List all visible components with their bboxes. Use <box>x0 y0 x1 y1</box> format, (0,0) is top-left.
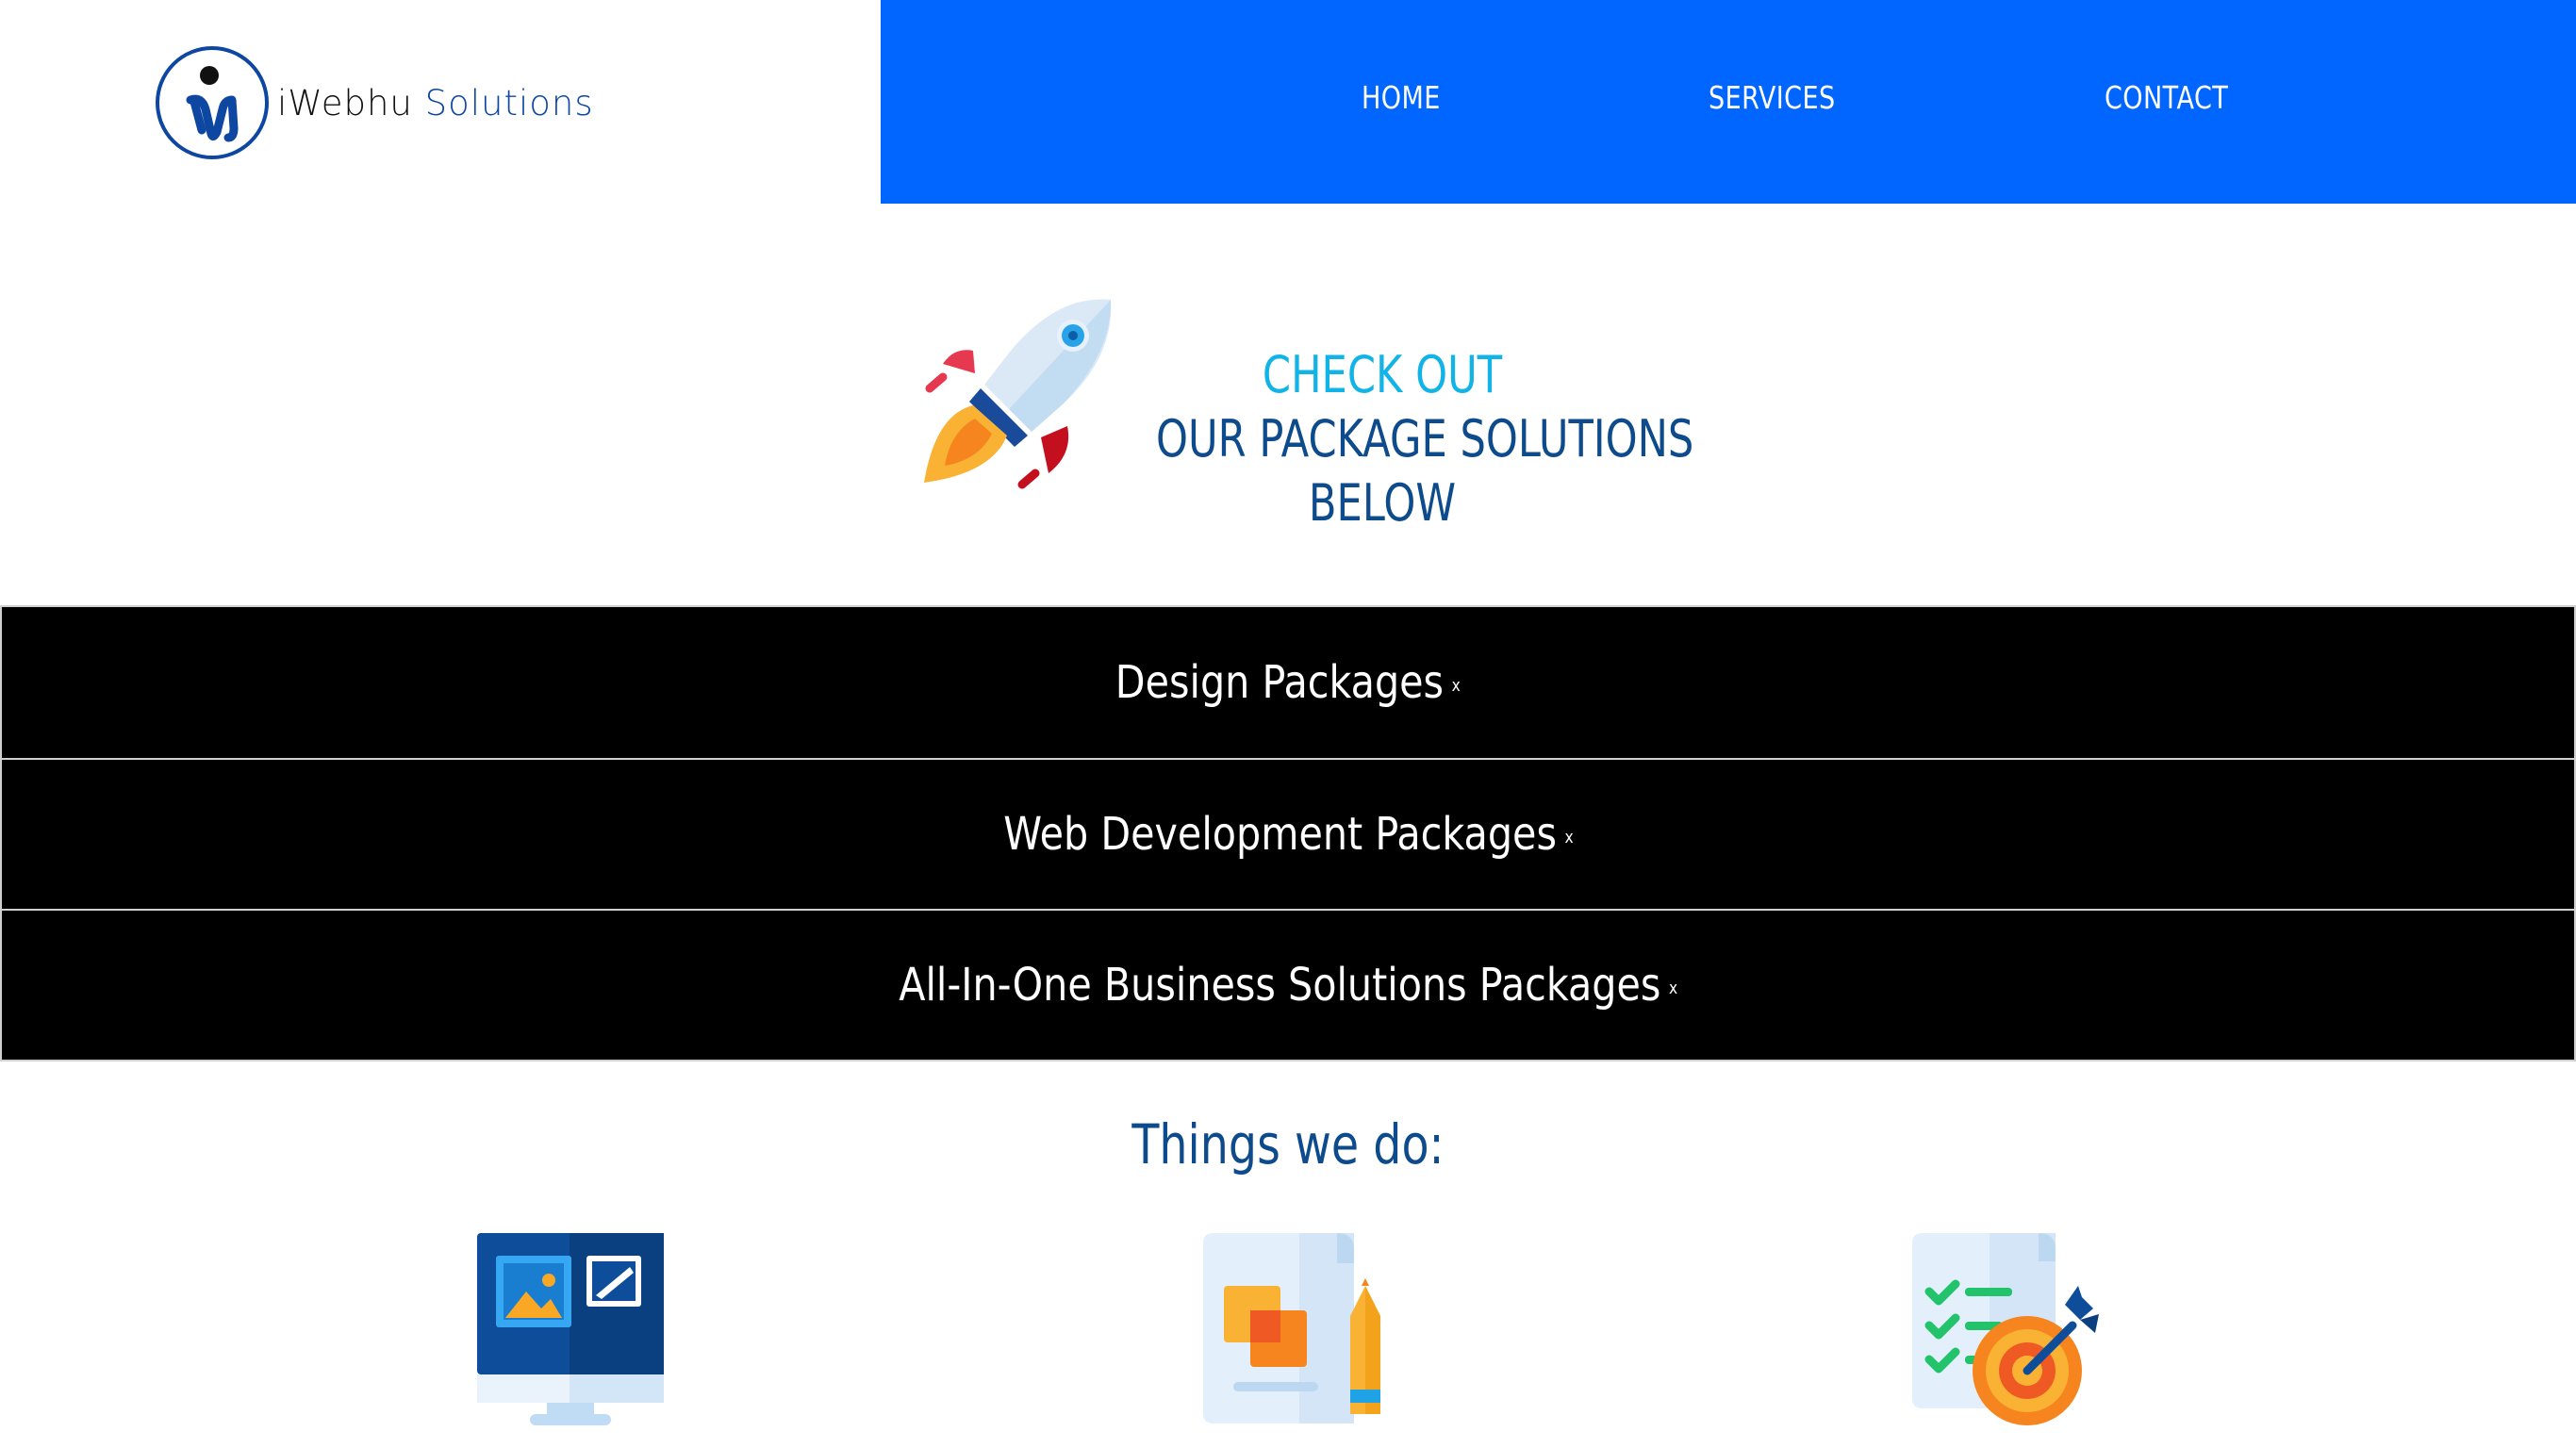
site-logo[interactable]: iWebhu Solutions <box>153 43 594 162</box>
logo-icon <box>156 46 269 159</box>
graphic-design-icon <box>1203 1233 1380 1423</box>
nav-services[interactable]: SERVICES <box>1709 79 1836 116</box>
logo-text-iwebhu: iWebhu <box>277 82 413 123</box>
accordion-toggle-icon[interactable]: x <box>1564 828 1573 847</box>
logo-text-solutions: Solutions <box>424 82 594 123</box>
accordion-label-wrap: All-In-One Business Solutions Packages x <box>899 959 1677 1012</box>
nav-contact[interactable]: CONTACT <box>2105 79 2228 116</box>
accordion-web-development-packages[interactable]: Web Development Packages x <box>0 760 2576 911</box>
hero-line-check-out: CHECK OUT <box>1262 345 1503 404</box>
hero-line-below: BELOW <box>1308 473 1457 533</box>
accordion-label-wrap: Design Packages x <box>1115 656 1461 709</box>
accordion-label: Design Packages <box>1115 656 1445 709</box>
main-nav: HOME SERVICES CONTACT <box>881 0 2576 204</box>
packages-accordion: Design Packages x Web Development Package… <box>0 605 2576 1061</box>
logo-text: iWebhu Solutions <box>277 86 594 121</box>
accordion-design-packages[interactable]: Design Packages x <box>0 605 2576 760</box>
monitor-design-icon <box>477 1233 664 1425</box>
accordion-label: All-In-One Business Solutions Packages <box>899 959 1661 1012</box>
accordion-label-wrap: Web Development Packages x <box>1003 808 1574 861</box>
nav-home[interactable]: HOME <box>1362 79 1441 116</box>
accordion-label: Web Development Packages <box>1002 808 1557 861</box>
hero-line-package-solutions: OUR PACKAGE SOLUTIONS <box>1156 409 1694 469</box>
rocket-icon <box>924 299 1112 489</box>
hero-heading: CHECK OUT OUR PACKAGE SOLUTIONS BELOW <box>1099 343 1694 535</box>
accordion-toggle-icon[interactable]: x <box>1669 979 1677 998</box>
accordion-toggle-icon[interactable]: x <box>1452 676 1461 696</box>
things-we-do-title-text: Things we do: <box>1131 1112 1445 1176</box>
seo-target-icon <box>1912 1233 2099 1425</box>
things-we-do-title: Things we do: <box>0 1112 2576 1176</box>
accordion-all-in-one-packages[interactable]: All-In-One Business Solutions Packages x <box>0 911 2576 1061</box>
